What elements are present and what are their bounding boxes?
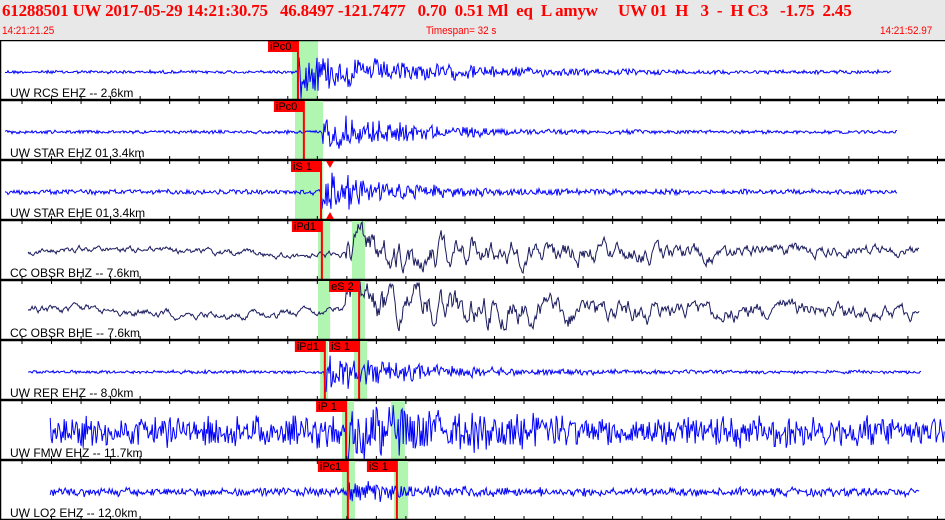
pick-label: iPc0 (276, 101, 297, 113)
waveform (27, 281, 920, 332)
waveform (4, 115, 898, 149)
event-header: 61288501 UW 2017-05-29 14:21:30.75 46.84… (0, 0, 945, 40)
timespan-label: Timespan= 32 s (426, 25, 497, 37)
start-time: 14:21:21.25 (2, 25, 55, 37)
channel-label: UW STAR EHE 01 3.4km (10, 206, 145, 220)
event-summary-title: 61288501 UW 2017-05-29 14:21:30.75 46.84… (2, 1, 852, 20)
pick-label: iS 1 (331, 341, 350, 353)
pick-label: iPd1 (294, 221, 316, 233)
waveform (27, 220, 920, 274)
pick-label: iS 1 (369, 461, 388, 473)
pick-label: iPc1 (320, 461, 341, 473)
channel-label: UW LO2 EHZ -- 12.0km (10, 506, 137, 520)
pick-label: iPd1 (297, 341, 319, 353)
trace-row[interactable]: iPc0 UW RCS EHZ -- 2.6km (0, 41, 945, 104)
phase-pick[interactable]: iPd1 (291, 221, 323, 280)
pick-marker-icon (326, 212, 334, 219)
pick-label: iS 1 (293, 161, 312, 173)
trace-row[interactable]: iPd1 iS 1 UW RER EHZ -- 8.0km (0, 341, 945, 404)
channel-label: UW RCS EHZ -- 2.6km (10, 86, 133, 100)
waveform (28, 355, 922, 392)
pick-label: iPc0 (270, 41, 291, 53)
trace-row[interactable]: eS 2 CC OBSR BHE -- 7.6km (0, 281, 945, 344)
seismogram-panel[interactable]: iPc0 UW RCS EHZ -- 2.6km iPc0 UW STAR EHZ 0… (0, 40, 945, 520)
channel-label: UW FMW EHZ -- 11.7km (10, 446, 142, 460)
trace-row[interactable]: iS 1 UW STAR EHE 01 3.4km (0, 161, 945, 224)
pick-label: iP 1 (318, 401, 337, 413)
waveform (49, 405, 945, 462)
trace-row[interactable]: iPc1 iS 1 UW LO2 EHZ -- 12.0km (0, 461, 945, 520)
pick-marker-icon (326, 161, 334, 168)
waveform (4, 57, 892, 99)
waveform (4, 172, 898, 210)
pick-label: eS 2 (331, 281, 354, 293)
trace-row[interactable]: iP 1 UW FMW EHZ -- 11.7km (0, 401, 945, 464)
waveform (49, 481, 920, 502)
channel-label: CC OBSR BHE -- 7.6km (10, 326, 140, 340)
pick-window (318, 281, 331, 340)
channel-label: UW STAR EHZ 01 3.4km (10, 146, 144, 160)
channel-label: UW RER EHZ -- 8.0km (10, 386, 133, 400)
end-time: 14:21:52.97 (880, 25, 933, 37)
channel-label: CC OBSR BHZ -- 7.6km (10, 266, 139, 280)
trace-row[interactable]: iPd1 CC OBSR BHZ -- 7.6km (0, 220, 945, 284)
trace-row[interactable]: iPc0 UW STAR EHZ 01 3.4km (0, 101, 945, 164)
